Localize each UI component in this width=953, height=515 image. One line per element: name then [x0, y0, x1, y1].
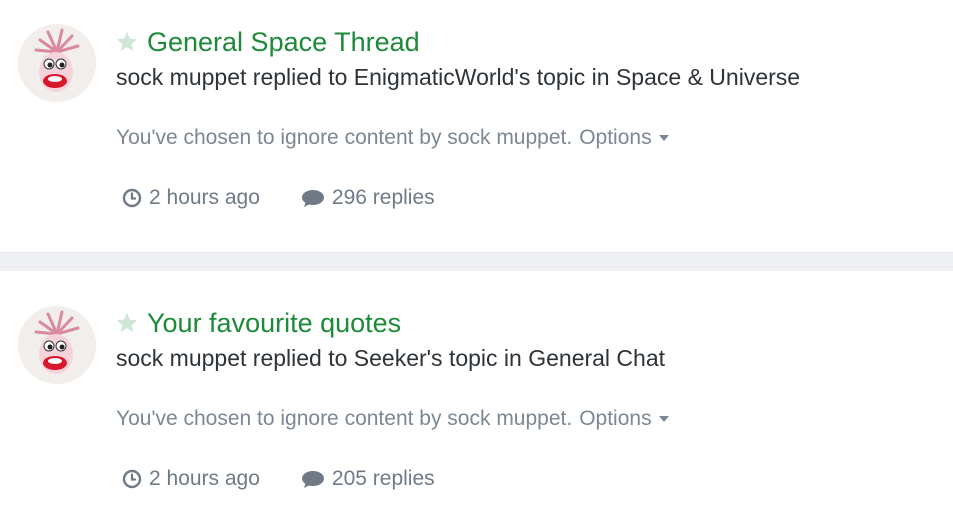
timestamp: 2 hours ago	[121, 467, 260, 491]
item-separator	[0, 252, 953, 272]
clock-icon	[122, 188, 142, 208]
title-row: Your favourite quotes	[115, 308, 401, 338]
activity-description: sock muppet replied to Seeker's topic in…	[116, 345, 666, 371]
options-label: Options	[579, 126, 652, 149]
replies-text: 205 replies	[331, 467, 435, 490]
sock-muppet-avatar-icon	[18, 24, 96, 102]
replies-count[interactable]: 205 replies	[300, 467, 435, 491]
item-meta: 2 hours ago 296 replies	[121, 186, 435, 210]
star-icon[interactable]	[115, 30, 139, 54]
time-text: 2 hours ago	[149, 467, 260, 490]
ignored-content-notice: You've chosen to ignore content by sock …	[116, 407, 671, 431]
activity-item: Your favourite quotes sock muppet replie…	[0, 271, 953, 515]
caret-down-icon	[658, 416, 669, 422]
replies-count[interactable]: 296 replies	[300, 186, 435, 210]
comment-icon	[301, 190, 324, 207]
ignore-text: You've chosen to ignore content by sock …	[116, 126, 573, 149]
caret-down-icon	[658, 135, 669, 141]
avatar[interactable]	[18, 306, 96, 384]
activity-description: sock muppet replied to EnigmaticWorld's …	[116, 64, 801, 90]
replies-text: 296 replies	[331, 186, 435, 209]
topic-title-link[interactable]: Your favourite quotes	[147, 308, 401, 338]
timestamp: 2 hours ago	[121, 186, 260, 210]
sock-muppet-avatar-icon	[18, 306, 96, 384]
activity-feed: General Space Thread sock muppet replied…	[0, 0, 953, 515]
ignored-content-notice: You've chosen to ignore content by sock …	[116, 126, 671, 150]
topic-title-link[interactable]: General Space Thread	[147, 27, 420, 57]
activity-item: General Space Thread sock muppet replied…	[0, 0, 953, 252]
ignore-text: You've chosen to ignore content by sock …	[116, 407, 573, 430]
options-dropdown[interactable]: Options	[579, 407, 670, 431]
time-text: 2 hours ago	[149, 186, 260, 209]
star-icon[interactable]	[115, 311, 139, 335]
options-label: Options	[579, 407, 652, 430]
clock-icon	[122, 469, 142, 489]
options-dropdown[interactable]: Options	[579, 126, 670, 150]
title-row: General Space Thread	[115, 27, 420, 57]
comment-icon	[301, 471, 324, 488]
item-meta: 2 hours ago 205 replies	[121, 467, 435, 491]
avatar[interactable]	[18, 24, 96, 102]
